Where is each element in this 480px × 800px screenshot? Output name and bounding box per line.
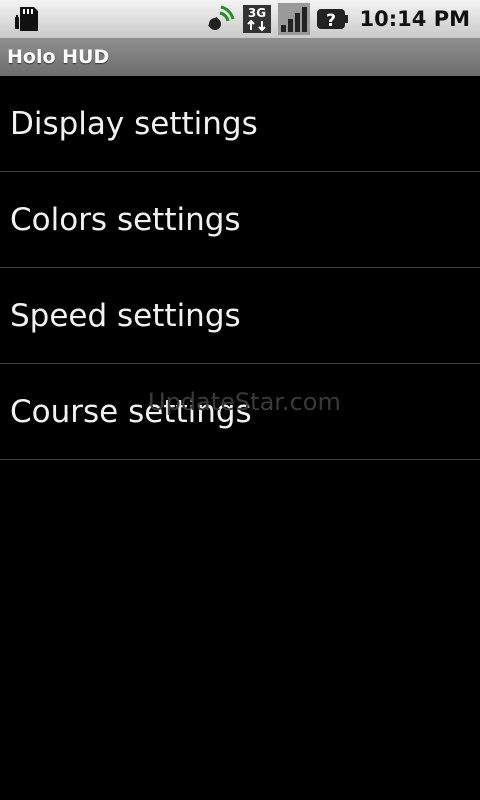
network-type-label: 3G xyxy=(247,6,265,20)
sd-card-icon xyxy=(15,7,38,31)
menu-item-course-settings[interactable]: Course settings xyxy=(0,364,480,460)
menu-item-display-settings[interactable]: Display settings xyxy=(0,76,480,172)
menu-item-label: Display settings xyxy=(10,105,258,142)
menu-item-label: Colors settings xyxy=(10,201,241,238)
status-clock: 10:14 PM xyxy=(359,7,470,31)
title-bar: Holo HUD xyxy=(0,38,480,76)
screen: 3G ? 10:14 PM Holo HUD Display settings … xyxy=(0,0,480,800)
gps-icon xyxy=(207,5,235,30)
page-title: Holo HUD xyxy=(7,46,110,68)
status-bar: 3G ? 10:14 PM xyxy=(0,0,480,38)
signal-icon xyxy=(277,3,310,35)
battery-unknown-icon: ? xyxy=(316,9,348,31)
status-icons: 3G ? 10:14 PM xyxy=(204,0,470,38)
network-3g-icon: 3G xyxy=(242,5,271,33)
menu-item-label: Course settings xyxy=(10,393,252,430)
svg-text:?: ? xyxy=(326,11,336,31)
menu-item-label: Speed settings xyxy=(10,297,241,334)
settings-menu: Display settings Colors settings Speed s… xyxy=(0,76,480,460)
menu-item-speed-settings[interactable]: Speed settings xyxy=(0,268,480,364)
menu-item-colors-settings[interactable]: Colors settings xyxy=(0,172,480,268)
